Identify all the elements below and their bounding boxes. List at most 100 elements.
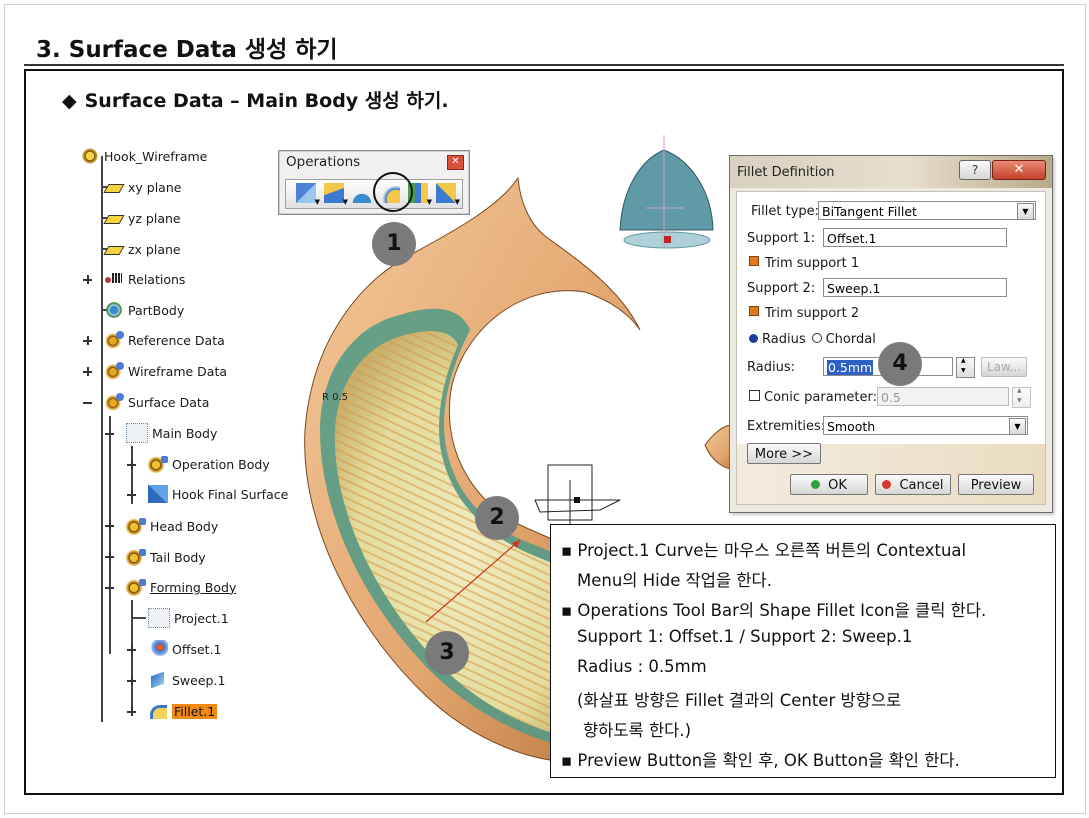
- note-line-6: (화살표 방향은 Fillet 결과의 Center 방향으로: [577, 691, 902, 710]
- tree-item-forming-body[interactable]: Forming Body: [126, 577, 236, 597]
- collapse-icon[interactable]: [83, 398, 92, 407]
- expand-icon[interactable]: [105, 521, 114, 530]
- expand-icon[interactable]: [127, 490, 136, 499]
- dialog-titlebar[interactable]: Fillet Definition ? ✕: [730, 156, 1052, 188]
- geometric-set-icon: [148, 455, 168, 473]
- chevron-down-icon[interactable]: ▼: [1017, 203, 1034, 220]
- collapse-icon[interactable]: [105, 429, 114, 438]
- surface-icon: [148, 485, 168, 503]
- tree-item-head-body[interactable]: Head Body: [126, 516, 218, 536]
- preview-button[interactable]: Preview: [958, 474, 1034, 495]
- cancel-dot-icon: [882, 480, 892, 489]
- fillet-type-select[interactable]: BiTangent Fillet ▼: [818, 201, 1036, 220]
- step-badge-4: 4: [878, 342, 922, 386]
- expand-icon[interactable]: [127, 676, 136, 685]
- support2-field[interactable]: Sweep.1: [823, 278, 1007, 297]
- cone-object: [619, 149, 714, 231]
- tree-item-zx-plane[interactable]: zx plane: [104, 239, 181, 259]
- trim-icon[interactable]: [352, 183, 372, 203]
- instruction-note-box: ▪ Project.1 Curve는 마우스 오른쪽 버튼의 Contextua…: [550, 524, 1056, 778]
- tree-item-hook-final-surface[interactable]: Hook Final Surface: [148, 484, 288, 504]
- support2-label: Support 2:: [747, 281, 816, 296]
- close-icon[interactable]: ✕: [447, 155, 464, 170]
- radius-chordal-options[interactable]: Radius Chordal: [749, 332, 876, 347]
- step-badge-1: 1: [372, 222, 416, 266]
- radio-selected-icon[interactable]: [749, 334, 758, 343]
- geometric-set-icon: [126, 548, 146, 566]
- geometric-set-icon: [104, 331, 124, 349]
- note-line-8: ▪ Preview Button을 확인 후, OK Button을 확인 한다…: [561, 751, 960, 770]
- cancel-button[interactable]: Cancel: [875, 474, 951, 495]
- split-icon[interactable]: ▼: [324, 183, 348, 206]
- note-line-4: Support 1: Offset.1 / Support 2: Sweep.1: [577, 627, 913, 646]
- checkbox-checked-icon: [749, 256, 759, 266]
- plane-icon: [104, 209, 124, 227]
- tree-item-project-1[interactable]: Project.1: [148, 608, 229, 628]
- close-button[interactable]: ✕: [992, 160, 1046, 180]
- tree-item-tail-body[interactable]: Tail Body: [126, 547, 206, 567]
- conic-parameter-field[interactable]: 0.5: [877, 387, 1009, 406]
- checkbox-unchecked-icon: [749, 390, 760, 401]
- geometric-set-icon: [126, 578, 146, 596]
- support1-label: Support 1:: [747, 231, 816, 246]
- extremities-label: Extremities:: [747, 419, 826, 434]
- conic-parameter-checkbox[interactable]: Conic parameter:: [749, 390, 877, 405]
- expand-icon[interactable]: [127, 645, 136, 654]
- tree-item-sweep-1[interactable]: Sweep.1: [148, 670, 225, 690]
- conic-spinner[interactable]: [1012, 387, 1031, 408]
- tree-item-offset-1[interactable]: Offset.1: [148, 639, 221, 659]
- tree-item-relations[interactable]: Relations: [104, 269, 185, 289]
- tree-item-operation-body[interactable]: Operation Body: [148, 454, 270, 474]
- collapse-icon[interactable]: [105, 583, 114, 592]
- fillet-type-label: Fillet type:: [751, 204, 820, 219]
- specification-tree[interactable]: Hook_Wireframe xy plane yz plane zx plan…: [80, 142, 310, 732]
- law-button[interactable]: Law...: [981, 357, 1027, 377]
- part-gear-icon: [80, 147, 100, 165]
- expand-icon[interactable]: [83, 336, 92, 345]
- expand-icon[interactable]: [83, 367, 92, 376]
- plane-icon: [104, 240, 124, 258]
- tree-item-partbody[interactable]: PartBody: [104, 300, 184, 320]
- tree-item-surface-data[interactable]: Surface Data: [104, 392, 209, 412]
- help-button[interactable]: ?: [959, 160, 991, 180]
- expand-icon[interactable]: [127, 707, 136, 716]
- expand-icon[interactable]: [127, 460, 136, 469]
- trim-support2-checkbox[interactable]: Trim support 2: [749, 306, 859, 321]
- radius-spinner[interactable]: [956, 357, 975, 378]
- join-icon[interactable]: ▼: [296, 183, 320, 206]
- sweep-icon: [148, 671, 168, 689]
- tree-item-reference-data[interactable]: Reference Data: [104, 330, 225, 350]
- radius-label: Radius:: [747, 360, 795, 375]
- ok-dot-icon: [811, 480, 821, 489]
- tree-item-wireframe-data[interactable]: Wireframe Data: [104, 361, 227, 381]
- tree-item-yz-plane[interactable]: yz plane: [104, 208, 181, 228]
- dialog-title: Fillet Definition: [737, 165, 835, 180]
- plane-icon: [104, 178, 124, 196]
- note-line-3: ▪ Operations Tool Bar의 Shape Fillet Icon…: [561, 601, 987, 620]
- tree-root[interactable]: Hook_Wireframe: [80, 146, 207, 166]
- main-body-icon: [126, 423, 148, 443]
- tree-item-fillet-1[interactable]: Fillet.1: [148, 701, 218, 721]
- step-badge-2: 2: [475, 496, 519, 540]
- note-line-5: Radius : 0.5mm: [577, 657, 707, 676]
- geometric-set-icon: [126, 517, 146, 535]
- radio-unselected-icon[interactable]: [811, 333, 822, 343]
- relations-icon: [104, 270, 124, 288]
- ok-button[interactable]: OK: [790, 474, 868, 495]
- extremities-select[interactable]: Smooth ▼: [823, 416, 1028, 435]
- fillet-definition-dialog[interactable]: Fillet Definition ? ✕ Fillet type: BiTan…: [729, 155, 1053, 513]
- tree-item-xy-plane[interactable]: xy plane: [104, 177, 181, 197]
- tree-item-main-body[interactable]: Main Body: [126, 423, 217, 443]
- more-button[interactable]: More >>: [747, 443, 821, 464]
- expand-icon[interactable]: [83, 275, 92, 284]
- note-line-2: Menu의 Hide 작업을 한다.: [577, 571, 772, 590]
- trim-support1-checkbox[interactable]: Trim support 1: [749, 256, 859, 271]
- support1-field[interactable]: Offset.1: [823, 228, 1007, 247]
- transform-icon[interactable]: ▼: [436, 183, 460, 206]
- projection-icon: [148, 608, 170, 628]
- offset-icon: [148, 640, 168, 658]
- expand-icon[interactable]: [105, 552, 114, 561]
- step-badge-3: 3: [425, 631, 469, 675]
- chevron-down-icon[interactable]: ▼: [1009, 418, 1026, 435]
- checkbox-checked-icon: [749, 306, 759, 316]
